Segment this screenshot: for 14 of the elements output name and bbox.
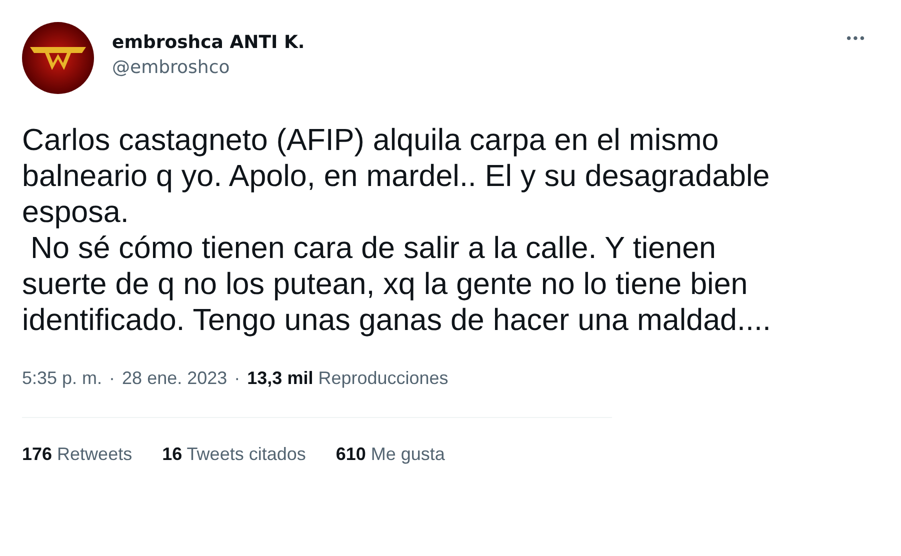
separator-dot: · <box>109 368 116 389</box>
author-handle[interactable]: @embroshco <box>112 57 845 78</box>
tweet-date[interactable]: 28 ene. 2023 <box>122 368 228 389</box>
author-name[interactable]: embroshca ANTI K. <box>112 32 845 53</box>
tweet-text: No sé cómo tienen cara de salir a la calle. Y tienen suerte de q no los putean, xq la gente no lo tiene bien identificado. Tengo unas ganas de hacer una maldad.... <box>22 230 772 338</box>
stat-link[interactable]: 176 Retweets <box>22 444 132 465</box>
tweet-time[interactable]: 5:35 p. m. <box>22 368 102 389</box>
separator-dot: · <box>234 368 240 389</box>
stat-link[interactable]: 16 Tweets citados <box>162 444 306 465</box>
stat-link[interactable]: 610 Me gusta <box>336 444 445 465</box>
tweet-text: Carlos castagneto (AFIP) alquila carpa en el mismo balneario q yo. Apolo, en mardel.. El y su desagradable esposa. <box>22 122 771 230</box>
views-count: 13,3 mil Reproducciones <box>247 368 448 389</box>
more-options-button[interactable]: ••• <box>844 32 865 47</box>
avatar-logo-icon <box>22 22 94 94</box>
